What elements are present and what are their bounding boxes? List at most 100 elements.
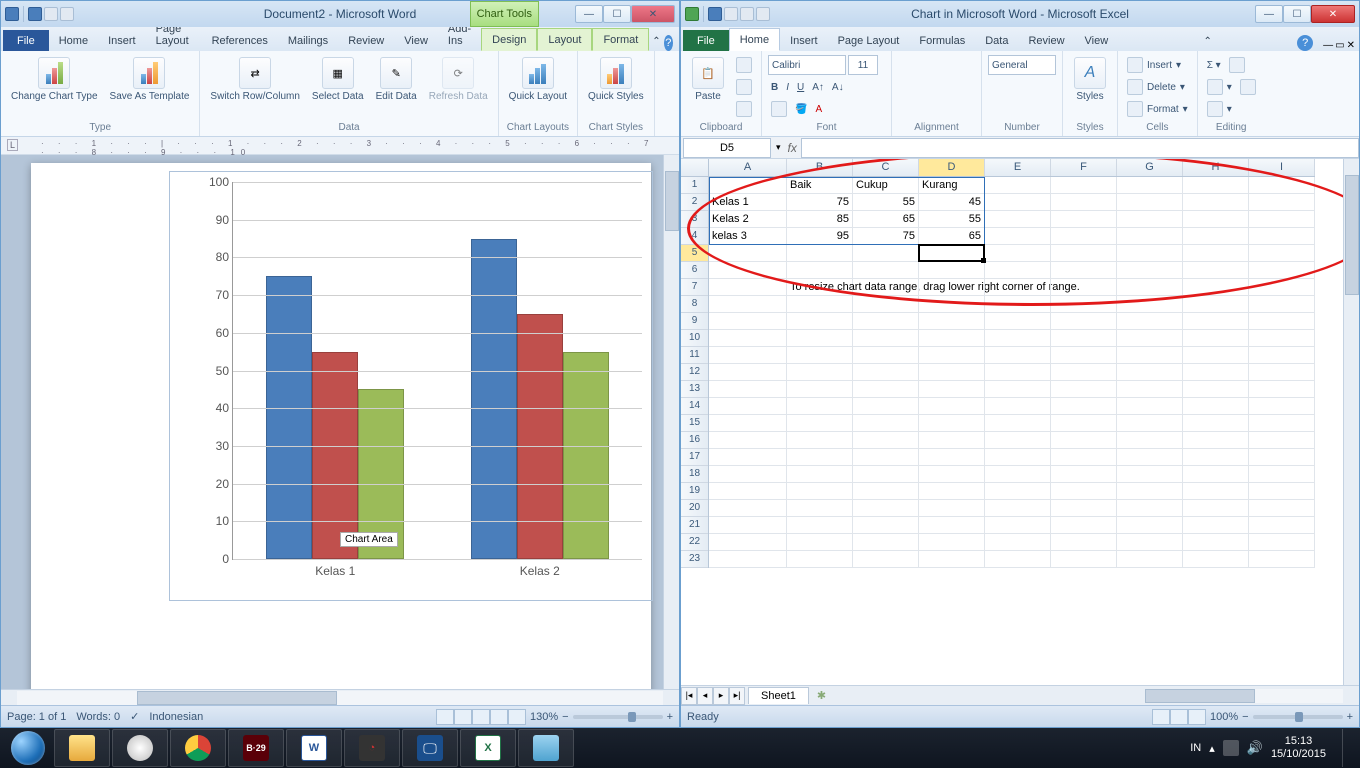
print-icon[interactable]	[756, 7, 770, 21]
view-buttons[interactable]	[1152, 709, 1206, 725]
column-headers[interactable]: ABCDEFGHI	[709, 159, 1315, 177]
format-cells-button[interactable]: Format ▾	[1124, 99, 1191, 119]
tray-language[interactable]: IN	[1190, 742, 1201, 754]
vscrollbar[interactable]	[663, 155, 679, 689]
copy-button[interactable]	[733, 77, 755, 97]
tray-chevron-up-icon[interactable]: ▴	[1209, 742, 1215, 755]
change-chart-type-button[interactable]: Change Chart Type	[7, 55, 102, 104]
tab-view[interactable]: View	[1075, 30, 1119, 51]
tab-data[interactable]: Data	[975, 30, 1018, 51]
word-ruler[interactable]: L · · · 1 · · · | · · · 1 · · · 2 · · · …	[1, 137, 679, 155]
worksheet-area[interactable]: ABCDEFGHI 123456789101112131415161718192…	[681, 159, 1359, 685]
tab-file[interactable]: File	[683, 30, 729, 51]
styles-button[interactable]: AStyles	[1069, 55, 1111, 104]
excel-titlebar[interactable]: Chart in Microsoft Word - Microsoft Exce…	[681, 1, 1359, 27]
undo-icon[interactable]	[44, 7, 58, 21]
tray-volume-icon[interactable]: 🔊	[1247, 740, 1263, 756]
maximize-button[interactable]: ☐	[1283, 5, 1311, 23]
select-data-button[interactable]: ▦Select Data	[308, 55, 368, 104]
name-box[interactable]	[683, 138, 771, 158]
tray-clock[interactable]: 15:1315/10/2015	[1271, 735, 1326, 761]
help-icon[interactable]: ?	[664, 35, 673, 51]
increase-font-button[interactable]: A↑	[809, 77, 827, 97]
number-format-select[interactable]	[988, 55, 1056, 75]
tab-mailings[interactable]: Mailings	[278, 30, 338, 51]
save-icon[interactable]	[28, 7, 42, 21]
zoom-slider[interactable]	[573, 715, 663, 719]
tab-review[interactable]: Review	[1018, 30, 1074, 51]
taskbar-pictures-button[interactable]	[518, 729, 574, 767]
insert-cells-button[interactable]: Insert ▾	[1124, 55, 1191, 75]
zoom-level[interactable]: 100%	[1210, 711, 1238, 723]
zoom-in-button[interactable]: +	[667, 711, 673, 723]
cut-button[interactable]	[733, 55, 755, 75]
tab-references[interactable]: References	[202, 30, 278, 51]
doc-restore-button[interactable]: ▭	[1335, 40, 1344, 51]
tab-format[interactable]: Format	[592, 28, 649, 51]
minimize-button[interactable]: —	[1255, 5, 1283, 23]
taskbar-b29-button[interactable]: B·29	[228, 729, 284, 767]
autosum-button[interactable]: Σ ▾	[1204, 55, 1259, 75]
refresh-data-button[interactable]: ⟳Refresh Data	[425, 55, 492, 104]
cells-grid[interactable]: BaikCukupKurangKelas 1755545Kelas 285655…	[709, 177, 1359, 685]
zoom-in-button[interactable]: +	[1347, 711, 1353, 723]
fill-color-button[interactable]: 🪣	[792, 99, 810, 119]
undo-icon[interactable]	[724, 7, 738, 21]
vscrollbar[interactable]	[1343, 159, 1359, 685]
minimize-ribbon-icon[interactable]: ⌃	[1200, 32, 1214, 51]
tab-insert[interactable]: Insert	[98, 30, 146, 51]
tab-insert[interactable]: Insert	[780, 30, 828, 51]
close-button[interactable]: ✕	[631, 5, 675, 23]
tab-home[interactable]: Home	[49, 30, 98, 51]
edit-data-button[interactable]: ✎Edit Data	[372, 55, 421, 104]
taskbar-app2-button[interactable]: ◔	[344, 729, 400, 767]
zoom-level[interactable]: 130%	[530, 711, 558, 723]
font-size-select[interactable]	[848, 55, 878, 75]
redo-icon[interactable]	[740, 7, 754, 21]
tab-layout[interactable]: Layout	[537, 28, 592, 51]
minimize-ribbon-icon[interactable]: ⌃	[649, 32, 663, 51]
new-sheet-button[interactable]: ✱	[809, 687, 834, 704]
show-desktop-button[interactable]	[1342, 729, 1354, 767]
sheet-nav[interactable]: |◂◂▸▸|	[681, 687, 745, 705]
quick-styles-button[interactable]: Quick Styles	[584, 55, 648, 104]
paste-button[interactable]: 📋Paste	[687, 55, 729, 104]
doc-minimize-button[interactable]: —	[1323, 40, 1333, 51]
help-icon[interactable]: ?	[1297, 35, 1313, 51]
word-hscroll[interactable]	[1, 689, 679, 705]
word-document-area[interactable]: Kelas 1Kelas 2 0102030405060708090100 Ch…	[1, 155, 679, 689]
taskbar-word-button[interactable]: W	[286, 729, 342, 767]
tab-view[interactable]: View	[394, 30, 438, 51]
taskbar-excel-button[interactable]: X	[460, 729, 516, 767]
start-button[interactable]	[4, 729, 52, 767]
border-button[interactable]	[768, 99, 790, 119]
clear-button[interactable]: ▾	[1204, 99, 1259, 119]
tab-file[interactable]: File	[3, 30, 49, 51]
maximize-button[interactable]: ☐	[603, 5, 631, 23]
taskbar-app3-button[interactable]: 🖵	[402, 729, 458, 767]
tab-home[interactable]: Home	[729, 28, 780, 51]
status-page[interactable]: Page: 1 of 1	[7, 711, 66, 723]
chart-plot-area[interactable]: Kelas 1Kelas 2 0102030405060708090100	[232, 182, 642, 560]
status-proof-icon[interactable]: ✓	[130, 710, 139, 723]
row-headers[interactable]: 1234567891011121314151617181920212223	[681, 177, 709, 568]
switch-row-column-button[interactable]: ⇄Switch Row/Column	[206, 55, 303, 104]
minimize-button[interactable]: —	[575, 5, 603, 23]
format-painter-button[interactable]	[733, 99, 755, 119]
select-all-button[interactable]	[681, 159, 709, 177]
quick-layout-button[interactable]: Quick Layout	[505, 55, 571, 104]
save-as-template-button[interactable]: Save As Template	[106, 55, 194, 104]
taskbar-chrome-button[interactable]	[170, 729, 226, 767]
tab-review[interactable]: Review	[338, 30, 394, 51]
zoom-slider[interactable]	[1253, 715, 1343, 719]
redo-icon[interactable]	[60, 7, 74, 21]
taskbar-app-button[interactable]	[112, 729, 168, 767]
tray-action-center-icon[interactable]	[1223, 740, 1239, 756]
close-button[interactable]: ✕	[1311, 5, 1355, 23]
underline-button[interactable]: U	[794, 77, 807, 97]
bold-button[interactable]: B	[768, 77, 781, 97]
chart-object[interactable]: Kelas 1Kelas 2 0102030405060708090100 Ch…	[169, 171, 653, 601]
word-titlebar[interactable]: Document2 - Microsoft Word Chart Tools —…	[1, 1, 679, 27]
tab-page-layout[interactable]: Page Layout	[828, 30, 910, 51]
tab-design[interactable]: Design	[481, 28, 537, 51]
